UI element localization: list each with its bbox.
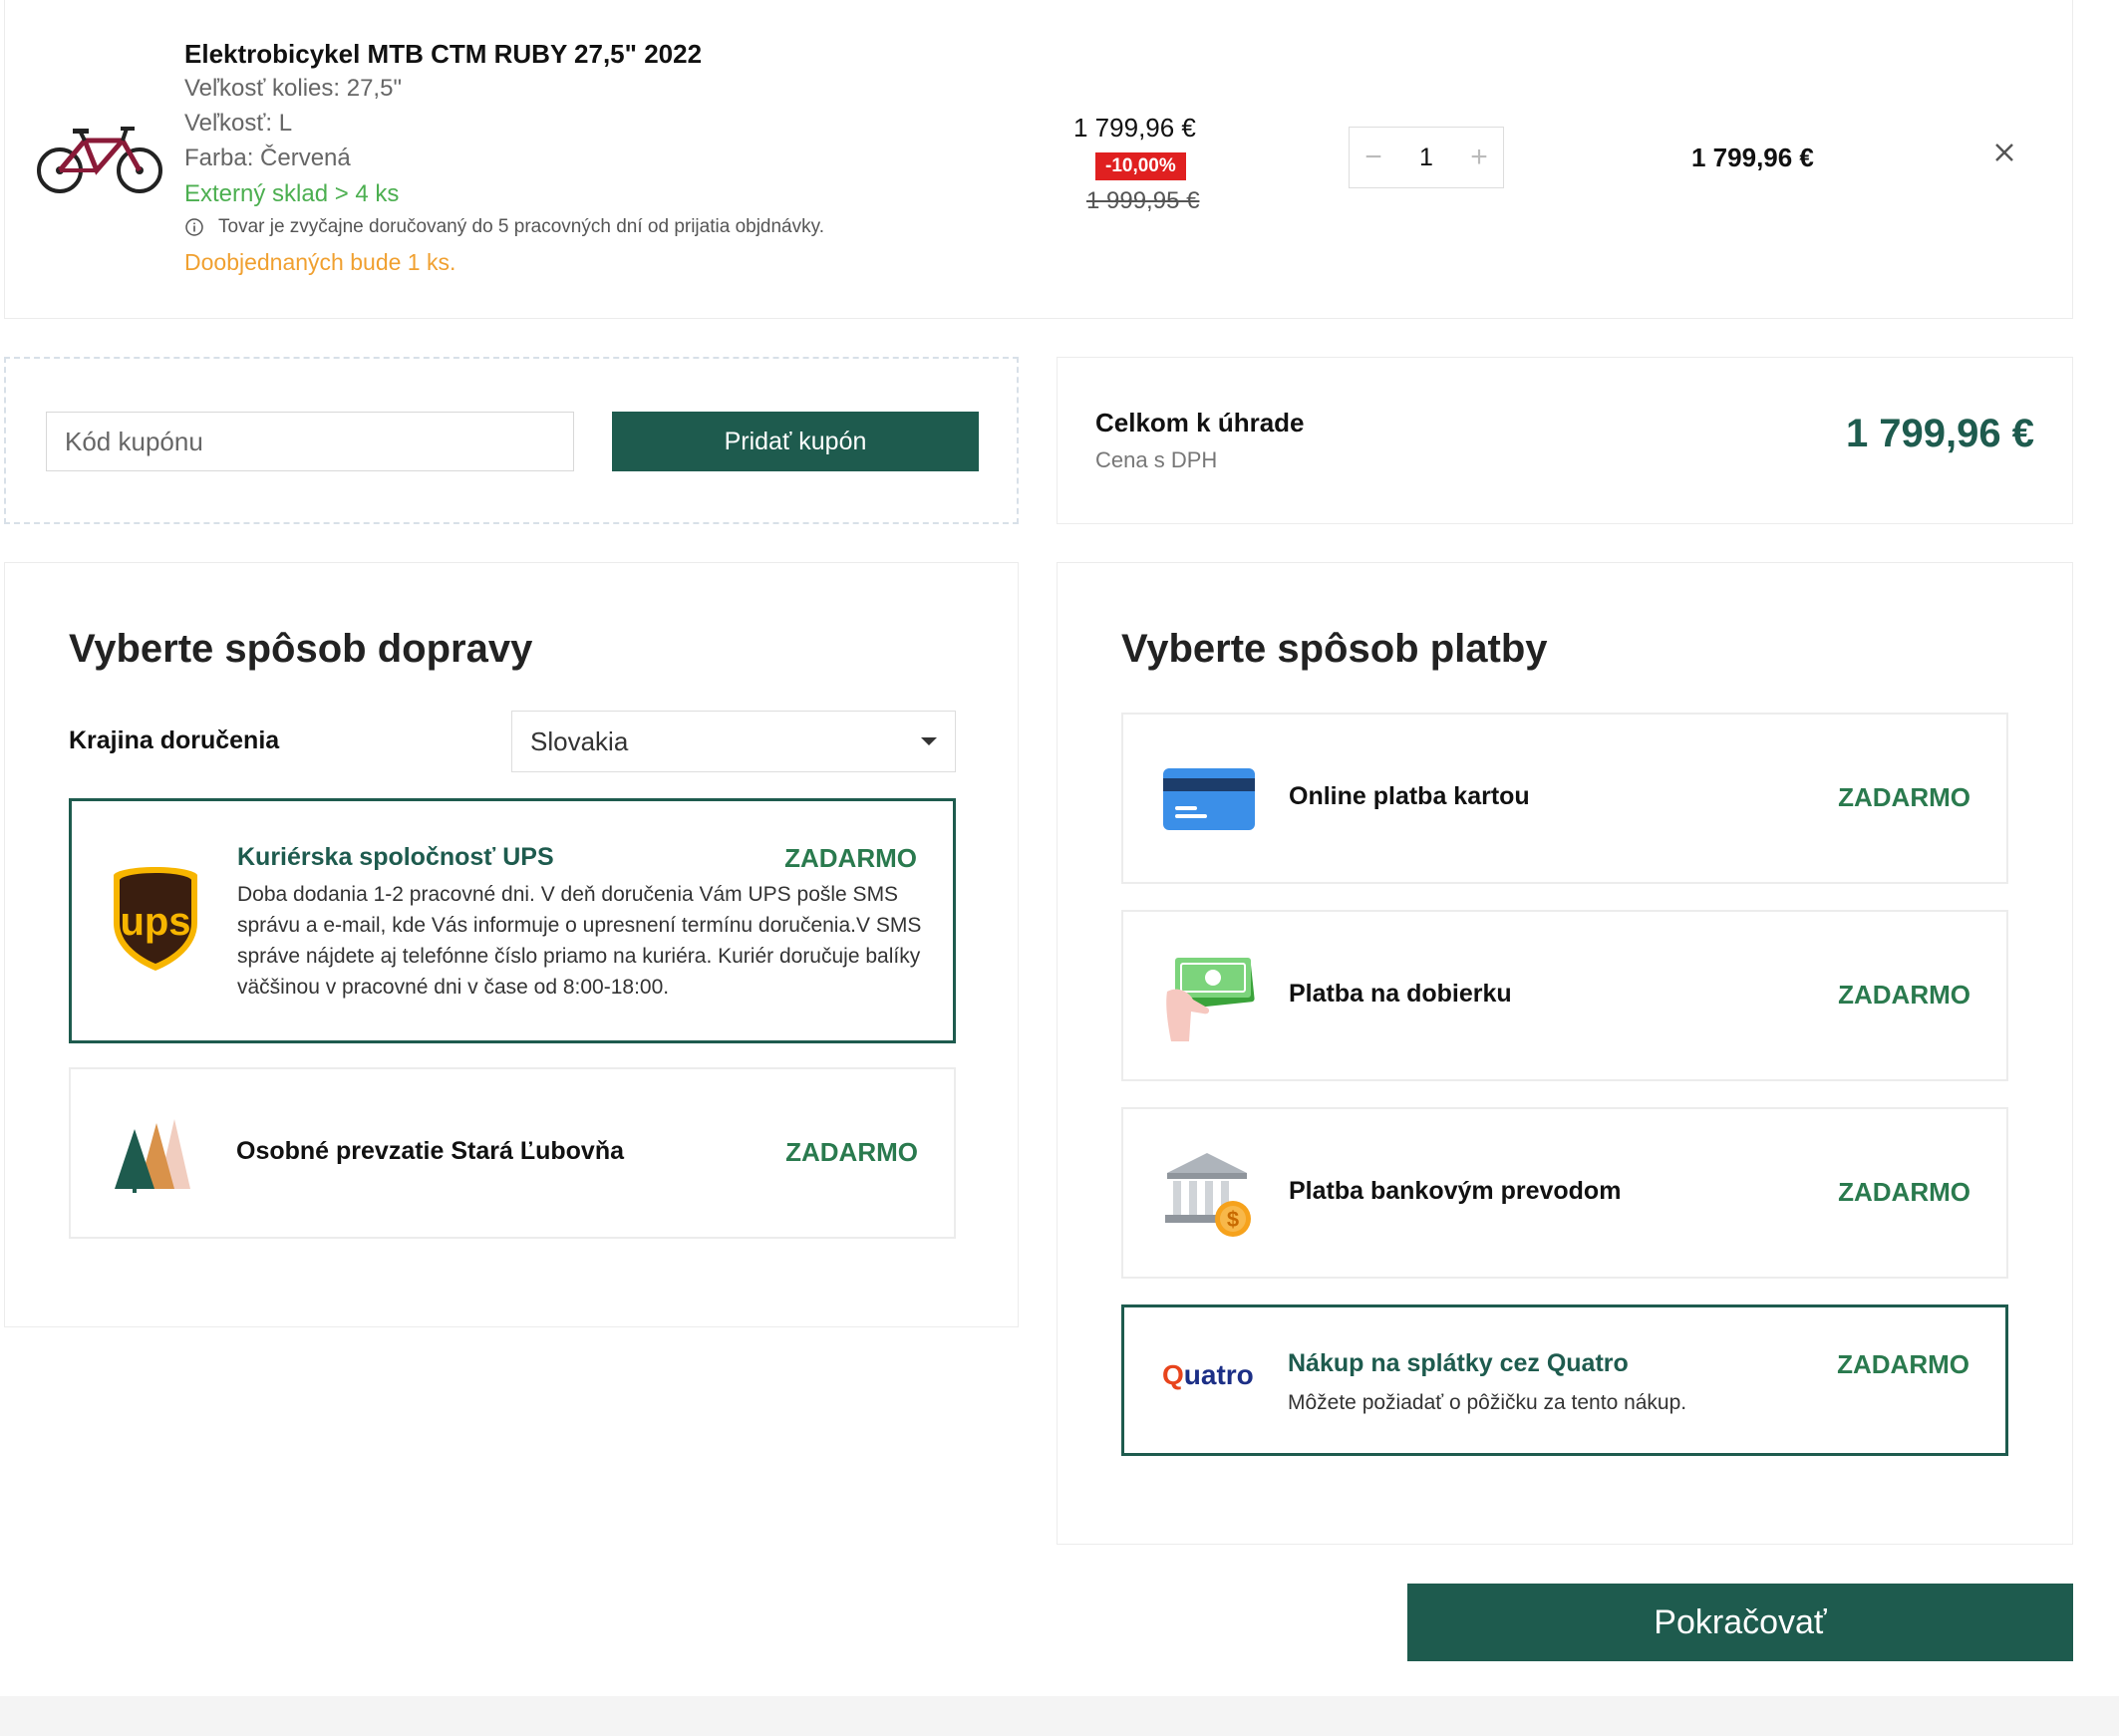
quatro-title: Nákup na splátky cez Quatro	[1288, 1349, 1629, 1377]
coupon-section: Pridať kupón	[4, 357, 1019, 524]
ups-description-line-1: Doba dodania 1-2 pracovné dni. V deň dor…	[237, 883, 899, 906]
payment-option-card[interactable]: Online platba kartou ZADARMO	[1121, 713, 2008, 884]
country-select-value: Slovakia	[530, 725, 629, 756]
ups-logo-icon: ups	[114, 867, 197, 971]
product-image[interactable]	[35, 119, 164, 198]
ups-description-line-2: správu a e-mail, kde Vás informuje o upr…	[237, 914, 922, 937]
product-wheel-size: Veľkosť kolies: 27,5"	[184, 75, 402, 102]
payment-option-cod[interactable]: Platba na dobierku ZADARMO	[1121, 910, 2008, 1081]
bank-icon: $	[1165, 1153, 1251, 1237]
ups-price: ZADARMO	[784, 843, 917, 873]
shipping-option-ups[interactable]: ups Kuriérska spoločnosť UPS ZADARMO Dob…	[69, 798, 956, 1043]
old-price: 1 999,95 €	[1086, 187, 1200, 214]
trees-icon	[115, 1119, 190, 1193]
payment-option-quatro[interactable]: Quatro Nákup na splátky cez Quatro ZADAR…	[1121, 1304, 2008, 1456]
quantity-value[interactable]: 1	[1419, 144, 1433, 172]
shipping-option-pickup[interactable]: Osobné prevzatie Stará Ľubovňa ZADARMO	[69, 1067, 956, 1239]
svg-text:$: $	[1227, 1207, 1239, 1232]
quatro-price: ZADARMO	[1837, 1349, 1969, 1379]
ups-description: Doba dodania 1-2 pracovné dni. V deň dor…	[237, 879, 921, 1003]
quatro-logo-rest: uatro	[1183, 1359, 1254, 1390]
shipping-heading: Vyberte spôsob dopravy	[69, 627, 533, 671]
shipping-panel: Vyberte spôsob dopravy Krajina doručenia…	[4, 562, 1019, 1327]
product-title[interactable]: Elektrobicykel MTB CTM RUBY 27,5" 2022	[184, 39, 702, 70]
payment-panel: Vyberte spôsob platby Online platba kart…	[1057, 562, 2073, 1545]
info-icon	[185, 218, 203, 236]
card-title: Online platba kartou	[1289, 782, 1530, 810]
quatro-logo-icon: Quatro	[1162, 1359, 1254, 1391]
payment-heading: Vyberte spôsob platby	[1121, 627, 1548, 671]
quantity-stepper: − 1 +	[1349, 127, 1504, 188]
order-summary: Celkom k úhrade Cena s DPH 1 799,96 €	[1057, 357, 2073, 524]
continue-button[interactable]: Pokračovať	[1407, 1584, 2073, 1661]
stock-status: Externý sklad > 4 ks	[184, 180, 400, 207]
quatro-description: Môžete požiadať o pôžičku za tento nákup…	[1288, 1391, 1687, 1414]
payment-option-bank-transfer[interactable]: $ Platba bankovým prevodom ZADARMO	[1121, 1107, 2008, 1279]
close-icon	[1995, 144, 2013, 161]
pickup-price: ZADARMO	[785, 1137, 918, 1167]
chevron-down-icon	[921, 737, 937, 745]
cod-price: ZADARMO	[1838, 980, 1970, 1010]
pickup-title: Osobné prevzatie Stará Ľubovňa	[236, 1137, 624, 1165]
discount-badge: -10,00%	[1095, 152, 1186, 180]
add-coupon-button[interactable]: Pridať kupón	[612, 412, 979, 471]
credit-card-icon	[1163, 768, 1255, 830]
cart-item-row: Elektrobicykel MTB CTM RUBY 27,5" 2022 V…	[4, 0, 2073, 319]
country-select[interactable]: Slovakia	[511, 711, 956, 772]
ups-description-line-3: správe nájdete aj telefónne číslo priamo…	[237, 945, 921, 968]
quantity-decrease-button[interactable]: −	[1350, 141, 1397, 174]
product-color: Farba: Červená	[184, 145, 351, 171]
bank-transfer-price: ZADARMO	[1838, 1177, 1970, 1207]
bank-transfer-title: Platba bankovým prevodom	[1289, 1177, 1622, 1205]
coupon-input[interactable]	[46, 412, 574, 471]
quantity-increase-button[interactable]: +	[1455, 141, 1503, 174]
reorder-note: Doobjednaných bude 1 ks.	[184, 249, 456, 275]
cod-title: Platba na dobierku	[1289, 980, 1512, 1008]
quatro-logo-q: Q	[1162, 1359, 1184, 1390]
summary-title: Celkom k úhrade	[1095, 408, 1305, 437]
remove-item-button[interactable]	[1986, 135, 2022, 170]
country-label: Krajina doručenia	[69, 726, 280, 754]
summary-total: 1 799,96 €	[1845, 412, 2034, 455]
delivery-note-text: Tovar je zvyčajne doručovaný do 5 pracov…	[218, 216, 824, 237]
delivery-note: Tovar je zvyčajne doručovaný do 5 pracov…	[184, 216, 824, 238]
ups-description-line-4: väčšinou v pracovné dni v čase od 8:00-1…	[237, 976, 670, 999]
summary-subtitle: Cena s DPH	[1095, 447, 1218, 472]
unit-price: 1 799,96 €	[1073, 113, 1196, 143]
row-total-price: 1 799,96 €	[1691, 143, 1814, 172]
ups-title: Kuriérska spoločnosť UPS	[237, 843, 554, 871]
svg-text:ups: ups	[120, 900, 190, 944]
card-price: ZADARMO	[1838, 782, 1970, 812]
product-size: Veľkosť: L	[184, 110, 293, 137]
page-footer-strip	[0, 1696, 2119, 1736]
cash-hand-icon	[1166, 958, 1255, 1041]
